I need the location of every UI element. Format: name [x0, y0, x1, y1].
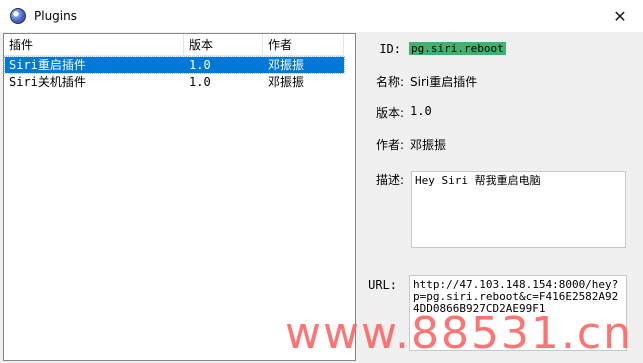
list-row[interactable]: Siri关机插件 1.0 邓振振: [5, 74, 344, 90]
name-label: 名称:: [375, 75, 404, 89]
column-header-author[interactable]: 作者: [263, 34, 344, 56]
author-value: 邓振振: [410, 138, 447, 152]
id-label: ID:: [379, 42, 401, 56]
row-name: Siri重启插件: [9, 58, 86, 72]
description-field[interactable]: Hey Siri 帮我重启电脑: [411, 171, 626, 248]
row-author: 邓振振: [268, 75, 305, 89]
url-field[interactable]: http://47.103.148.154:8000/hey?p=pg.siri…: [409, 275, 627, 351]
row-author: 邓振振: [268, 58, 305, 72]
column-header-version[interactable]: 版本: [184, 34, 263, 56]
column-header-plugin[interactable]: 插件: [4, 34, 184, 56]
close-button[interactable]: ✕: [597, 0, 643, 32]
plugin-list[interactable]: 插件 版本 作者 Siri重启插件 1.0 邓振振 Siri关机插件 1.0 邓…: [3, 33, 356, 361]
app-icon: [10, 8, 26, 24]
author-label: 作者:: [375, 138, 404, 152]
title-bar: Plugins ✕: [0, 0, 643, 32]
version-value: 1.0: [410, 104, 432, 118]
description-label: 描述:: [375, 173, 404, 187]
list-header: 插件 版本 作者: [4, 34, 344, 56]
name-value: Siri重启插件: [410, 75, 478, 89]
id-value: pg.siri.reboot: [409, 42, 506, 55]
row-version: 1.0: [189, 58, 211, 72]
row-name: Siri关机插件: [9, 75, 86, 89]
url-label: URL:: [368, 278, 397, 292]
row-version: 1.0: [189, 75, 211, 89]
list-row-selected[interactable]: Siri重启插件 1.0 邓振振: [4, 56, 345, 74]
window-title: Plugins: [34, 9, 77, 23]
version-label: 版本:: [375, 106, 404, 120]
